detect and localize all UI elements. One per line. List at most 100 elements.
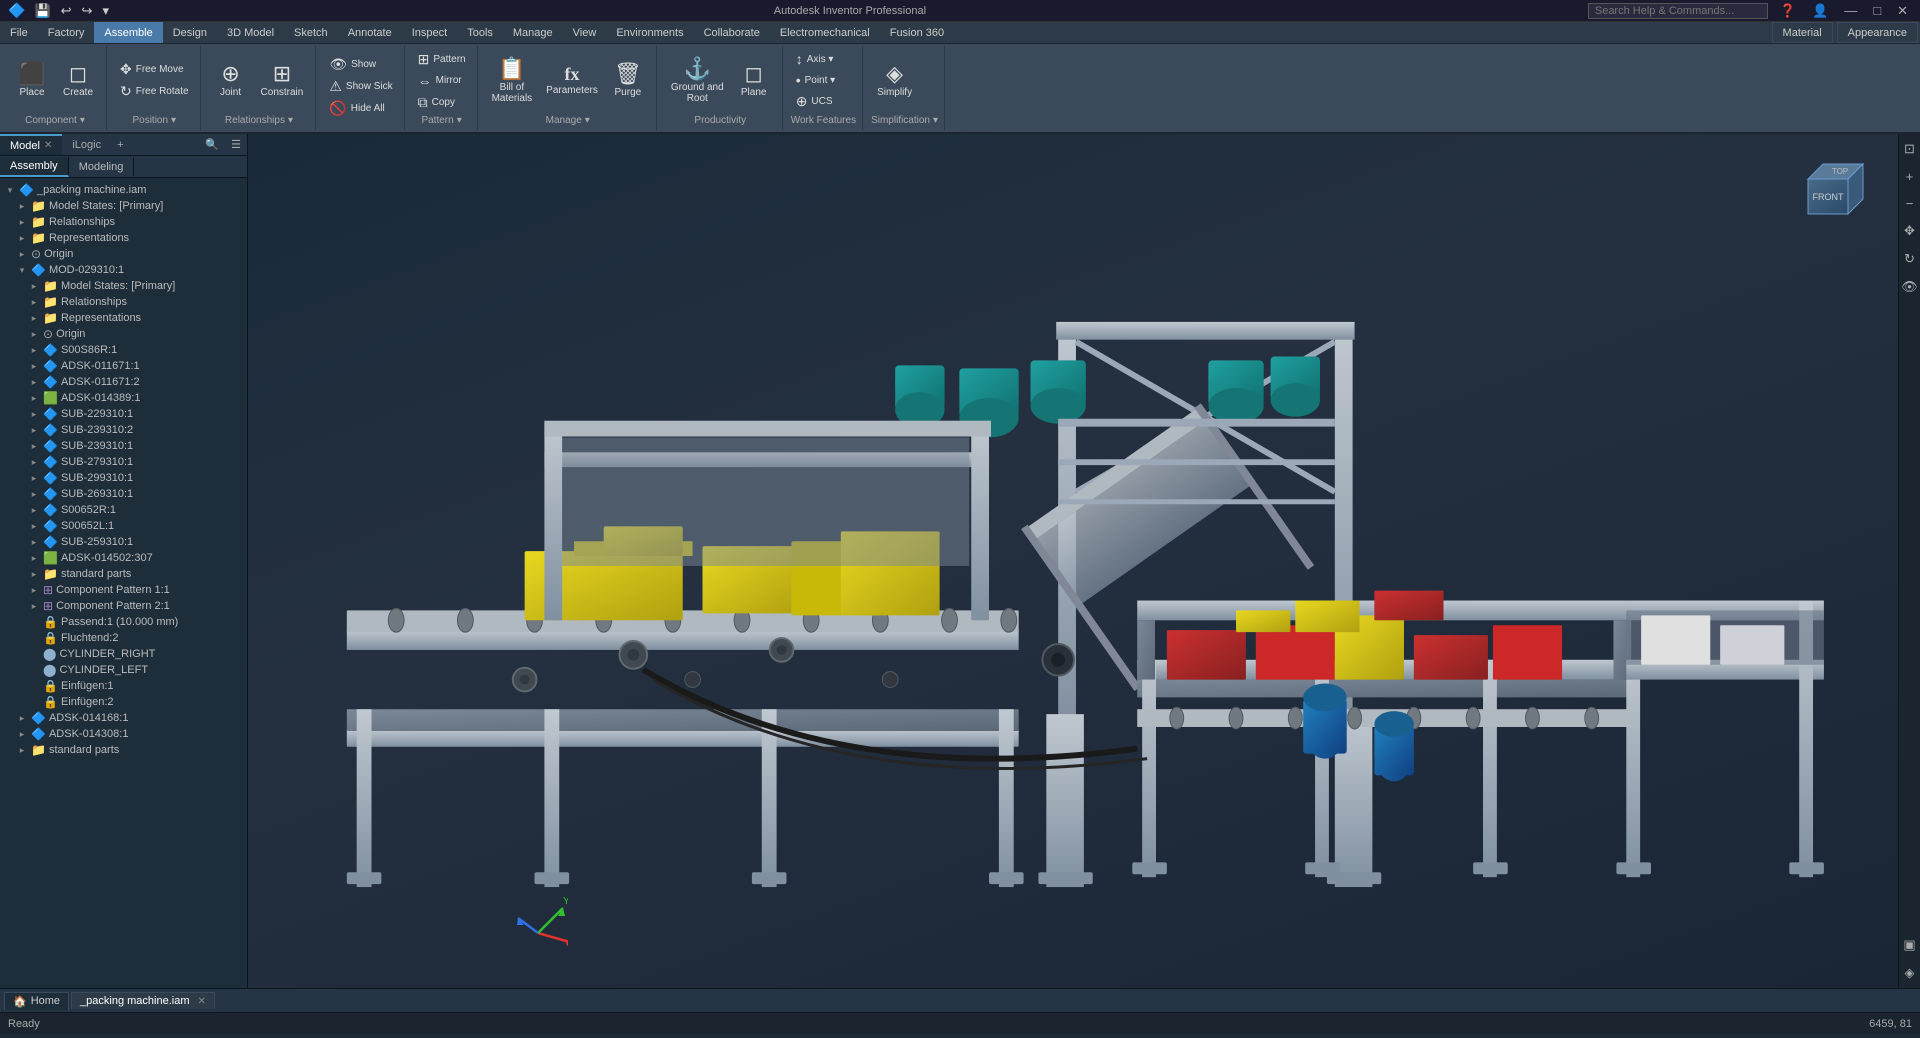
tree-item-comp-pattern-1[interactable]: ⊞ Component Pattern 1:1 [0,582,247,598]
search-input[interactable] [1588,3,1768,19]
zoom-extents-tool[interactable]: ⊡ [1901,138,1918,160]
tree-item-sub-229310-1[interactable]: 🔷 SUB-229310:1 [0,406,247,422]
tree-item-standard-parts-1[interactable]: 📁 standard parts [0,566,247,582]
menu-item-assemble[interactable]: Assemble [94,22,162,43]
menu-item-electromechanical[interactable]: Electromechanical [770,22,880,43]
tab-model[interactable]: Model ✕ [0,134,62,155]
tree-item-cylinder-right[interactable]: ⬤ CYLINDER_RIGHT [0,646,247,662]
ground-root-button[interactable]: ⚓ Ground andRoot [665,51,730,111]
point-button[interactable]: • Point ▾ [791,70,841,90]
tree-item-sub-269310[interactable]: 🔷 SUB-269310:1 [0,486,247,502]
copy-button[interactable]: ⧉ Copy [413,92,471,113]
panel-menu-btn[interactable]: ☰ [225,136,247,153]
free-rotate-button[interactable]: ↻ Free Rotate [115,81,194,102]
hide-all-button[interactable]: 🚫 Hide All [324,98,397,119]
tree-item-adsk-014389[interactable]: 🟩 ADSK-014389:1 [0,390,247,406]
constrain-button[interactable]: ⊞ Constrain [255,51,310,111]
show-sick-button[interactable]: ⚠ Show Sick [324,76,397,97]
purge-button[interactable]: 🗑 Purge [606,51,650,111]
mirror-button[interactable]: ⇔ Mirror [413,71,471,91]
tree-item-root[interactable]: 🔷 _packing machine.iam [0,182,247,198]
menu-item-tools[interactable]: Tools [457,22,503,43]
menu-item-manage[interactable]: Manage [503,22,563,43]
tree-item-einfugen-2[interactable]: 🔒 Einfügen:2 [0,694,247,710]
panel-search-btn[interactable]: 🔍 [199,136,225,153]
tree-item-representations-2[interactable]: 📁 Representations [0,310,247,326]
place-button[interactable]: ⬛ Place [10,51,54,111]
tree-item-adsk-014308[interactable]: 🔷 ADSK-014308:1 [0,726,247,742]
menu-item-design[interactable]: Design [163,22,217,43]
tree-item-representations[interactable]: 📁 Representations [0,230,247,246]
tab-ilogic[interactable]: iLogic [62,134,111,155]
manage-group-label[interactable]: Manage ▾ [486,113,650,128]
simplification-group-label[interactable]: Simplification ▾ [871,113,938,128]
tree-item-sub-279310[interactable]: 🔷 SUB-279310:1 [0,454,247,470]
subtab-modeling[interactable]: Modeling [69,158,135,176]
ucs-button[interactable]: ⊕ UCS [791,91,841,112]
tree-item-fluchtend-2[interactable]: 🔒 Fluchtend:2 [0,630,247,646]
axis-button[interactable]: ↕ Axis ▾ [791,49,841,69]
bill-of-materials-button[interactable]: 📋 Bill ofMaterials [486,51,539,111]
tab-packing-machine[interactable]: _packing machine.iam ✕ [71,992,215,1009]
pan-tool[interactable]: ✥ [1901,220,1918,242]
tree-item-comp-pattern-2[interactable]: ⊞ Component Pattern 2:1 [0,598,247,614]
menu-item-environments[interactable]: Environments [606,22,693,43]
tree-item-model-states-2[interactable]: 📁 Model States: [Primary] [0,278,247,294]
maximize-btn[interactable]: □ [1869,3,1885,18]
relationships-group-label[interactable]: Relationships ▾ [209,113,310,128]
tree-item-s00s86r[interactable]: 🔷 S00S86R:1 [0,342,247,358]
free-move-button[interactable]: ✥ Free Move [115,59,194,80]
model-tab-close[interactable]: ✕ [44,140,52,151]
parameters-button[interactable]: fx Parameters [540,51,604,111]
menu-item-fusion360[interactable]: Fusion 360 [880,22,954,43]
menu-item-sketch[interactable]: Sketch [284,22,338,43]
tree-item-mod-029310[interactable]: 🔷 MOD-029310:1 [0,262,247,278]
close-btn[interactable]: ✕ [1893,3,1912,19]
menu-item-annotate[interactable]: Annotate [338,22,402,43]
tree-item-s00652l[interactable]: 🔷 S00652L:1 [0,518,247,534]
zoom-in-tool[interactable]: + [1903,166,1917,187]
tree-item-adsk-014168[interactable]: 🔷 ADSK-014168:1 [0,710,247,726]
appearance-selector[interactable]: Appearance [1837,22,1918,43]
simplify-button[interactable]: ◈ Simplify [871,51,918,111]
tree-item-sub-239310-2[interactable]: 🔷 SUB-239310:2 [0,422,247,438]
quick-menu[interactable]: ▾ [99,2,112,20]
menu-item-collaborate[interactable]: Collaborate [694,22,770,43]
show-button[interactable]: 👁 Show [324,54,397,75]
tab-close-icon[interactable]: ✕ [198,996,206,1007]
tree-item-adsk-014502[interactable]: 🟩 ADSK-014502:307 [0,550,247,566]
tree-item-passend-1[interactable]: 🔒 Passend:1 (10.000 mm) [0,614,247,630]
orbit-tool[interactable]: ↻ [1901,248,1918,270]
minimize-btn[interactable]: — [1840,3,1861,18]
tree-item-einfugen-1[interactable]: 🔒 Einfügen:1 [0,678,247,694]
tree-item-adsk-011671-1[interactable]: 🔷 ADSK-011671:1 [0,358,247,374]
look-at-tool[interactable]: 👁 [1898,276,1920,298]
display-tool[interactable]: ◈ [1902,962,1918,984]
tree-item-relationships-2[interactable]: 📁 Relationships [0,294,247,310]
quick-redo[interactable]: ↪ [79,2,96,20]
tree-item-cylinder-left[interactable]: ⬤ CYLINDER_LEFT [0,662,247,678]
pattern-button[interactable]: ⊞ Pattern [413,49,471,70]
viewport[interactable]: FRONT TOP [248,134,1898,988]
position-group-label[interactable]: Position ▾ [115,113,194,128]
menu-item-file[interactable]: File [0,22,38,43]
tree-item-origin[interactable]: ⊙ Origin [0,246,247,262]
tree-item-s00652r[interactable]: 🔷 S00652R:1 [0,502,247,518]
quick-undo[interactable]: ↩ [58,2,75,20]
menu-item-view[interactable]: View [563,22,607,43]
account-icon[interactable]: 👤 [1808,3,1832,19]
pattern-group-label[interactable]: Pattern ▾ [413,113,471,128]
tab-home[interactable]: 🏠 Home [4,992,69,1010]
plane-button[interactable]: ◻ Plane [732,51,776,111]
tree-item-relationships[interactable]: 📁 Relationships [0,214,247,230]
help-icon[interactable]: ❓ [1776,3,1800,19]
tree-item-adsk-011671-2[interactable]: 🔷 ADSK-011671:2 [0,374,247,390]
menu-item-3dmodel[interactable]: 3D Model [217,22,284,43]
zoom-out-tool[interactable]: − [1903,193,1917,214]
quick-save[interactable]: 💾 [31,2,53,20]
menu-item-factory[interactable]: Factory [38,22,95,43]
material-selector[interactable]: Material [1772,22,1833,43]
menu-item-inspect[interactable]: Inspect [402,22,457,43]
add-tab-button[interactable]: + [111,137,129,153]
joint-button[interactable]: ⊕ Joint [209,51,253,111]
